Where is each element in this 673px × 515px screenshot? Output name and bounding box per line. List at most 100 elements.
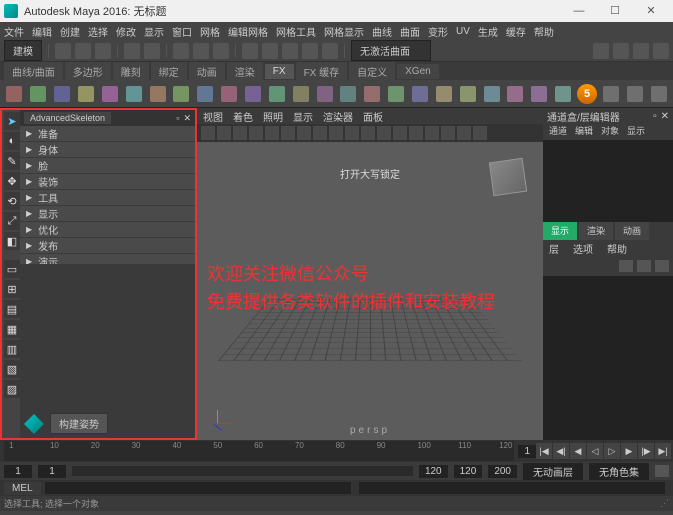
- selection-mask-icon[interactable]: [213, 43, 229, 59]
- channel-menu-item[interactable]: 通道: [549, 124, 567, 140]
- layout-single-icon[interactable]: ▭: [4, 260, 20, 278]
- shelf-item-icon[interactable]: [314, 83, 335, 104]
- shelf-item-icon[interactable]: [553, 83, 574, 104]
- snap-icon[interactable]: [262, 43, 278, 59]
- viewport-tool-icon[interactable]: [329, 126, 343, 140]
- shelf-item-icon[interactable]: [76, 83, 97, 104]
- layer-tab[interactable]: 动画: [615, 222, 649, 240]
- viewport-tool-icon[interactable]: [265, 126, 279, 140]
- undo-icon[interactable]: [124, 43, 140, 59]
- menu-item[interactable]: 选择: [88, 24, 108, 39]
- snap-icon[interactable]: [302, 43, 318, 59]
- viewport-tool-icon[interactable]: [425, 126, 439, 140]
- menu-item[interactable]: 编辑: [32, 24, 52, 39]
- shelf-item-icon[interactable]: [123, 83, 144, 104]
- step-back-key-icon[interactable]: ◀|: [553, 443, 569, 459]
- maximize-button[interactable]: ☐: [597, 1, 633, 21]
- shelf-item-icon[interactable]: [28, 83, 49, 104]
- layout-misc-icon[interactable]: ▤: [4, 300, 20, 318]
- menu-item[interactable]: 文件: [4, 24, 24, 39]
- adv-section-header[interactable]: ▶优化: [20, 222, 195, 238]
- shelf-item-icon[interactable]: [600, 83, 621, 104]
- layer-list[interactable]: [543, 276, 673, 440]
- layout-misc-icon[interactable]: ▥: [4, 340, 20, 358]
- shelf-item-icon[interactable]: [147, 83, 168, 104]
- shelf-tab[interactable]: 雕刻: [113, 62, 149, 81]
- menu-item[interactable]: 缓存: [506, 24, 526, 39]
- viewport-tool-icon[interactable]: [361, 126, 375, 140]
- close-button[interactable]: ✕: [633, 1, 669, 21]
- menuset-dropdown[interactable]: 建模: [4, 40, 42, 61]
- menu-item[interactable]: 窗口: [172, 24, 192, 39]
- layer-tab[interactable]: 显示: [543, 222, 577, 240]
- playback-end-field[interactable]: 120: [419, 465, 448, 478]
- sidebar-toggle-icon[interactable]: [613, 43, 629, 59]
- open-scene-icon[interactable]: [75, 43, 91, 59]
- menu-item[interactable]: 帮助: [534, 24, 554, 39]
- current-frame-field[interactable]: 1: [518, 445, 536, 458]
- select-tool-icon[interactable]: ➤: [4, 112, 20, 130]
- layer-button-icon[interactable]: [637, 260, 651, 272]
- selection-mask-icon[interactable]: [193, 43, 209, 59]
- menu-item[interactable]: 网格显示: [324, 24, 364, 39]
- menu-item[interactable]: 修改: [116, 24, 136, 39]
- shelf-item-icon[interactable]: [481, 83, 502, 104]
- range-start-field[interactable]: 1: [4, 465, 32, 478]
- layout-misc-icon[interactable]: ▦: [4, 320, 20, 338]
- viewport-tool-icon[interactable]: [409, 126, 423, 140]
- menu-item[interactable]: 网格: [200, 24, 220, 39]
- viewport-tool-icon[interactable]: [393, 126, 407, 140]
- go-end-icon[interactable]: ▶|: [655, 443, 671, 459]
- viewport-canvas[interactable]: 打开大写锁定 persp 欢迎关注微信公众号 免费提供各类软件的插件和安装教程: [197, 142, 543, 440]
- viewport-tool-icon[interactable]: [457, 126, 471, 140]
- snap-icon[interactable]: [322, 43, 338, 59]
- adv-section-header[interactable]: ▶显示: [20, 206, 195, 222]
- anim-layer-dropdown[interactable]: 无动画层: [523, 463, 583, 480]
- shelf-item-icon[interactable]: [290, 83, 311, 104]
- channel-menu-item[interactable]: 编辑: [575, 124, 593, 140]
- menu-item[interactable]: 网格工具: [276, 24, 316, 39]
- shelf-item-icon[interactable]: [505, 83, 526, 104]
- rotate-tool-icon[interactable]: ⟲: [4, 192, 20, 210]
- move-tool-icon[interactable]: ✥: [4, 172, 20, 190]
- snap-icon[interactable]: [282, 43, 298, 59]
- viewport-tool-icon[interactable]: [217, 126, 231, 140]
- sidebar-toggle-icon[interactable]: [653, 43, 669, 59]
- menu-item[interactable]: UV: [456, 26, 470, 37]
- shelf-tab[interactable]: FX: [265, 64, 294, 79]
- layer-menu-item[interactable]: 选项: [573, 241, 593, 256]
- layer-menu-item[interactable]: 层: [549, 241, 559, 256]
- menu-item[interactable]: 生成: [478, 24, 498, 39]
- viewport-tool-icon[interactable]: [313, 126, 327, 140]
- panel-undock-icon[interactable]: ▫: [653, 111, 657, 122]
- viewport-tool-icon[interactable]: [281, 126, 295, 140]
- viewport-tool-icon[interactable]: [345, 126, 359, 140]
- shelf-item-icon[interactable]: [457, 83, 478, 104]
- mel-label[interactable]: MEL: [4, 482, 41, 495]
- adv-section-header[interactable]: ▶发布: [20, 238, 195, 254]
- menu-item[interactable]: 曲线: [372, 24, 392, 39]
- layer-button-icon[interactable]: [655, 260, 669, 272]
- adv-section-header[interactable]: ▶演示: [20, 254, 195, 264]
- shelf-item-icon[interactable]: [433, 83, 454, 104]
- new-scene-icon[interactable]: [55, 43, 71, 59]
- shelf-tab[interactable]: 曲线/曲面: [4, 62, 63, 81]
- resize-handle-icon[interactable]: ⋰: [660, 498, 669, 509]
- shelf-item-icon[interactable]: [648, 83, 669, 104]
- shelf-item-icon[interactable]: [386, 83, 407, 104]
- menu-item[interactable]: 编辑网格: [228, 24, 268, 39]
- command-input[interactable]: [45, 482, 351, 494]
- shelf-tab[interactable]: 渲染: [227, 62, 263, 81]
- time-slider[interactable]: 1102030405060708090100110120 1 |◀ ◀| ◀ ◁…: [0, 440, 673, 462]
- autokey-icon[interactable]: [655, 465, 669, 477]
- viewport-tool-icon[interactable]: [473, 126, 487, 140]
- shelf-item-icon[interactable]: [219, 83, 240, 104]
- shelf-item-icon[interactable]: [266, 83, 287, 104]
- range-cur-field[interactable]: 200: [488, 465, 517, 478]
- layer-button-icon[interactable]: [619, 260, 633, 272]
- redo-icon[interactable]: [144, 43, 160, 59]
- adv-section-header[interactable]: ▶工具: [20, 190, 195, 206]
- scale-tool-icon[interactable]: ⤢: [4, 212, 20, 230]
- channel-menu-item[interactable]: 对象: [601, 124, 619, 140]
- step-forward-icon[interactable]: ▶: [621, 443, 637, 459]
